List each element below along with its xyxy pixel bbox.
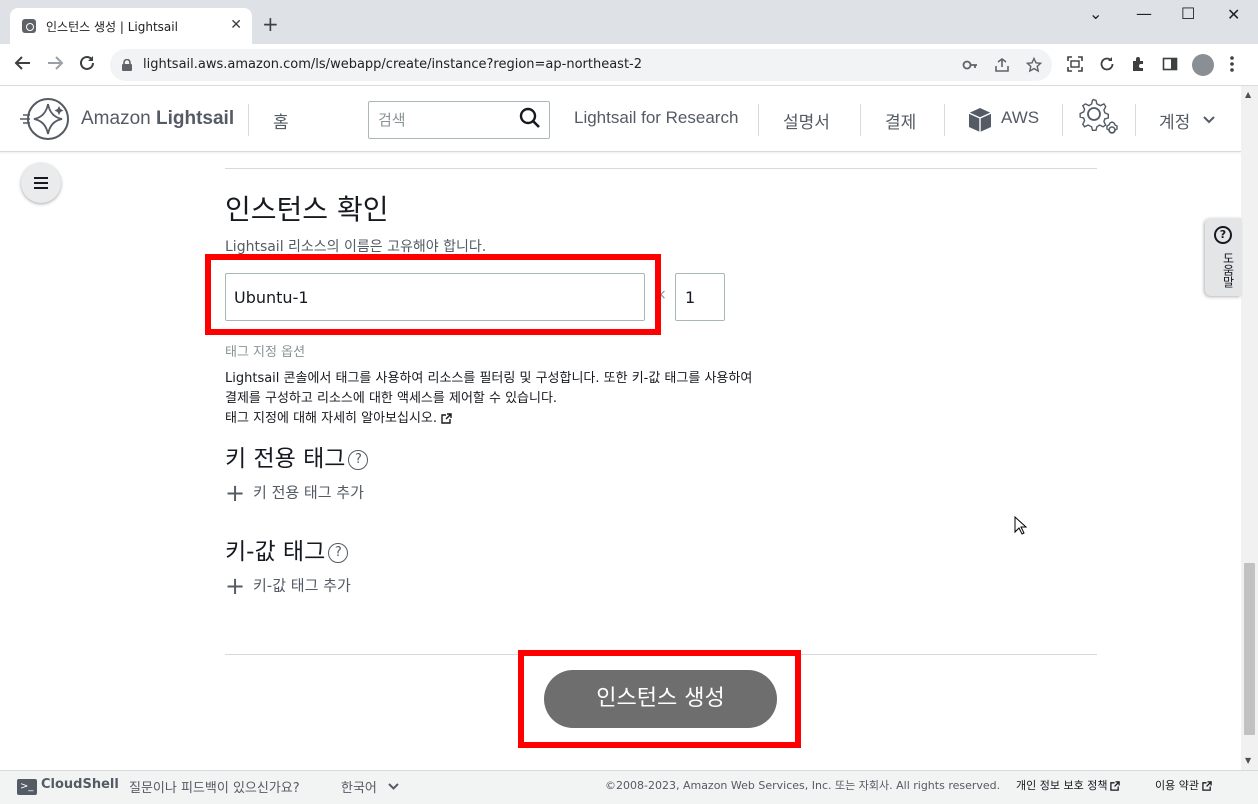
help-label: 도움말 [1221, 252, 1235, 288]
external-link-icon [1202, 781, 1212, 791]
external-link-icon [441, 413, 452, 424]
scrollbar-thumb[interactable] [1244, 563, 1255, 735]
plus-icon: + [225, 572, 246, 600]
add-key-only-tag-label: 키 전용 태그 추가 [253, 483, 364, 502]
help-circle-icon[interactable]: ? [328, 542, 349, 563]
cloudshell-icon[interactable]: >_ [17, 779, 37, 795]
window-close-button[interactable]: ✕ [1227, 5, 1240, 24]
mouse-cursor-icon [1014, 516, 1028, 536]
chevron-down-icon[interactable] [388, 783, 399, 791]
tab-title: 인스턴스 생성 | Lightsail [46, 20, 178, 34]
terms-link[interactable]: 이용 약관 [1155, 777, 1212, 793]
extensions-puzzle-icon[interactable] [1131, 56, 1147, 72]
bookmark-star-icon[interactable] [1026, 57, 1042, 73]
url-text: lightsail.aws.amazon.com/ls/webapp/creat… [143, 57, 643, 72]
copyright-text: ©2008-2023, Amazon Web Services, Inc. 또는… [605, 779, 1001, 792]
window-minimize-button[interactable]: — [1136, 4, 1152, 23]
key-only-tags-title: 키 전용 태그 [225, 446, 346, 472]
menu-icon-bar [34, 177, 48, 179]
help-icon: ? [1214, 226, 1232, 244]
share-icon[interactable] [994, 57, 1010, 73]
brand-title[interactable]: Amazon Lightsail [81, 108, 234, 130]
lock-icon [122, 59, 132, 71]
settings-gear-icon[interactable] [1074, 96, 1124, 142]
section-divider [225, 168, 1097, 169]
name-hint: Lightsail 리소스의 이름은 고유해야 합니다. [225, 239, 487, 255]
header-divider [758, 104, 759, 136]
terms-label: 이용 약관 [1155, 779, 1199, 792]
key-only-tags-heading: 키 전용 태그? [225, 439, 369, 473]
learn-more-text: 태그 지정에 대해 자세히 알아보십시오. [225, 411, 438, 426]
nav-lightsail-for-research[interactable]: Lightsail for Research [574, 108, 738, 128]
menu-icon-bar [34, 182, 48, 184]
tag-description-line: Lightsail 콘솔에서 태그를 사용하여 리소스를 필터링 및 구성합니다… [225, 371, 753, 386]
nav-aws[interactable]: AWS [1001, 108, 1039, 128]
help-circle-icon[interactable]: ? [348, 449, 369, 470]
instance-quantity-input[interactable] [675, 273, 725, 321]
tab-search-icon[interactable]: ⌄ [1089, 4, 1102, 23]
tab-close-icon[interactable]: ✕ [230, 17, 242, 33]
side-panel-icon[interactable] [1162, 56, 1178, 72]
profile-avatar[interactable] [1192, 54, 1214, 76]
header-divider [860, 104, 861, 136]
browser-tab-strip: 인스턴스 생성 | Lightsail ✕ + ⌄ — ☐ ✕ [0, 0, 1258, 44]
window-maximize-button[interactable]: ☐ [1181, 4, 1195, 23]
nav-billing[interactable]: 결제 [885, 108, 916, 133]
key-value-tags-heading: 키-값 태그? [225, 532, 349, 566]
address-bar[interactable]: lightsail.aws.amazon.com/ls/webapp/creat… [110, 49, 1052, 81]
scroll-up-icon[interactable]: ▲ [1245, 90, 1251, 99]
highlight-box-create [518, 650, 801, 748]
nav-documentation[interactable]: 설명서 [783, 108, 830, 133]
page-scrollbar[interactable]: ▲ ▼ [1241, 86, 1258, 770]
reload-icon[interactable] [78, 54, 96, 72]
header-divider [1135, 104, 1136, 136]
browser-toolbar: lightsail.aws.amazon.com/ls/webapp/creat… [0, 44, 1258, 86]
external-link-icon [1110, 781, 1121, 791]
brand-title-bold: Lightsail [155, 108, 235, 129]
tag-options-heading: 태그 지정 옵션 [225, 345, 306, 360]
hamburger-menu-button[interactable] [21, 163, 61, 203]
page-footer: >_ CloudShell 질문이나 피드백이 있으신가요? 한국어 ©2008… [0, 770, 1258, 804]
language-selector[interactable]: 한국어 [341, 777, 377, 796]
sync-icon[interactable] [1099, 56, 1115, 72]
aws-cube-icon[interactable] [968, 107, 992, 133]
tag-description-line: 결제를 구성하고 리소스에 대한 액세스를 제어할 수 있습니다. [225, 391, 558, 406]
new-tab-button[interactable]: + [262, 14, 279, 34]
lightsail-header: Amazon Lightsail 홈 Lightsail for Researc… [0, 86, 1241, 152]
forward-arrow-icon[interactable] [46, 54, 64, 72]
header-divider [248, 104, 249, 136]
cloudshell-link[interactable]: CloudShell [41, 777, 119, 792]
privacy-policy-label: 개인 정보 보호 정책 [1016, 779, 1108, 792]
learn-more-link[interactable]: 태그 지정에 대해 자세히 알아보십시오. [225, 407, 452, 426]
more-menu-icon[interactable] [1229, 55, 1235, 73]
lightsail-logo-icon[interactable] [18, 96, 72, 142]
nav-account[interactable]: 계정 [1159, 108, 1190, 133]
menu-icon-bar [34, 187, 48, 189]
chevron-down-icon[interactable] [1203, 116, 1215, 124]
header-divider [944, 104, 945, 136]
highlight-box-name [205, 254, 661, 335]
plus-icon: + [225, 479, 246, 507]
add-key-only-tag-button[interactable]: + 키 전용 태그 추가 [225, 481, 364, 505]
key-icon[interactable] [962, 57, 978, 73]
brand-title-light: Amazon [81, 108, 156, 129]
feedback-link[interactable]: 질문이나 피드백이 있으신가요? [129, 777, 300, 796]
lightsail-favicon-icon [22, 19, 36, 33]
key-value-tags-title: 키-값 태그 [225, 539, 326, 565]
privacy-policy-link[interactable]: 개인 정보 보호 정책 [1016, 777, 1121, 793]
help-panel-tab[interactable]: ? 도움말 [1205, 218, 1241, 296]
screen-capture-icon[interactable] [1067, 56, 1083, 72]
nav-home[interactable]: 홈 [273, 108, 289, 133]
add-key-value-tag-button[interactable]: + 키-값 태그 추가 [225, 574, 351, 598]
add-key-value-tag-label: 키-값 태그 추가 [253, 576, 351, 595]
header-divider [1062, 104, 1063, 136]
browser-tab[interactable]: 인스턴스 생성 | Lightsail ✕ [10, 8, 252, 44]
search-icon[interactable] [519, 107, 541, 129]
back-arrow-icon[interactable] [14, 54, 32, 72]
section-title: 인스턴스 확인 [225, 193, 389, 226]
scroll-down-icon[interactable]: ▼ [1245, 756, 1251, 765]
